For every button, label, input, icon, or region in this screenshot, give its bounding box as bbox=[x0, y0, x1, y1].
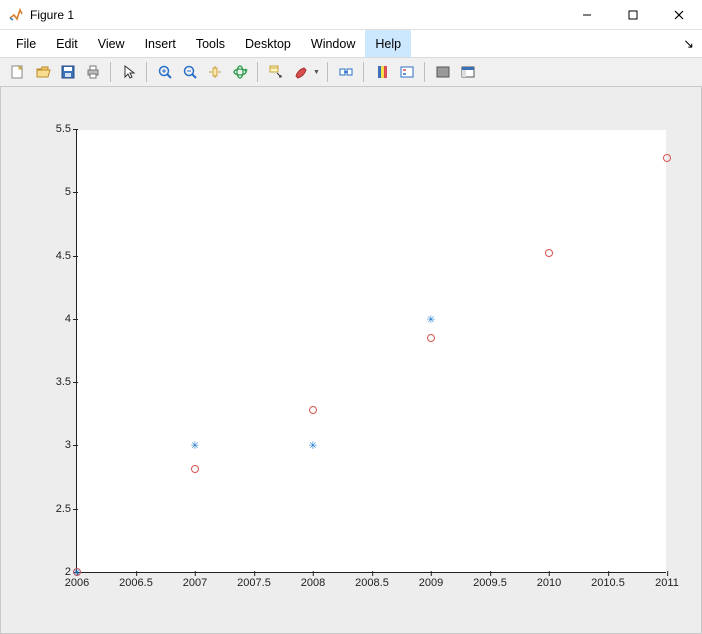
ytick: 4.5 bbox=[56, 250, 77, 262]
ytick: 5 bbox=[65, 186, 77, 198]
link-icon[interactable] bbox=[334, 61, 357, 83]
figure-area: 22.533.544.555.520062006.520072007.52008… bbox=[0, 87, 702, 634]
matlab-icon bbox=[8, 7, 24, 23]
toolbar: ▼ bbox=[0, 57, 702, 87]
menu-tools[interactable]: Tools bbox=[186, 30, 235, 57]
xtick: 2011 bbox=[655, 572, 679, 589]
xtick: 2009.5 bbox=[473, 572, 507, 589]
ytick: 3.5 bbox=[56, 376, 77, 388]
menu-view[interactable]: View bbox=[88, 30, 135, 57]
menu-insert[interactable]: Insert bbox=[135, 30, 186, 57]
point-series-circle bbox=[427, 334, 435, 342]
menu-file[interactable]: File bbox=[6, 30, 46, 57]
ytick: 3 bbox=[65, 439, 77, 451]
ytick: 4 bbox=[65, 313, 77, 325]
point-series-circle bbox=[309, 406, 317, 414]
brush-icon[interactable] bbox=[289, 61, 312, 83]
titlebar: Figure 1 bbox=[0, 0, 702, 30]
show-tools-icon[interactable] bbox=[456, 61, 479, 83]
hide-tools-icon[interactable] bbox=[431, 61, 454, 83]
xtick: 2010.5 bbox=[591, 572, 625, 589]
pointer-icon[interactable] bbox=[117, 61, 140, 83]
legend-icon[interactable] bbox=[395, 61, 418, 83]
colorbar-icon[interactable] bbox=[370, 61, 393, 83]
minimize-button[interactable] bbox=[564, 0, 610, 30]
xtick: 2009 bbox=[419, 572, 443, 589]
xtick: 2010 bbox=[537, 572, 561, 589]
zoom-in-icon[interactable] bbox=[153, 61, 176, 83]
dock-icon[interactable]: ↘ bbox=[683, 36, 694, 52]
ytick: 2.5 bbox=[56, 503, 77, 515]
point-series-star: ✳ bbox=[73, 568, 81, 576]
save-icon[interactable] bbox=[56, 61, 79, 83]
close-button[interactable] bbox=[656, 0, 702, 30]
open-icon[interactable] bbox=[31, 61, 54, 83]
ytick: 5.5 bbox=[56, 123, 77, 135]
point-series-circle bbox=[545, 249, 553, 257]
point-series-circle bbox=[191, 465, 199, 473]
xtick: 2008.5 bbox=[355, 572, 389, 589]
point-series-circle bbox=[663, 154, 671, 162]
menubar: FileEditViewInsertToolsDesktopWindowHelp… bbox=[0, 30, 702, 57]
new-figure-icon[interactable] bbox=[6, 61, 29, 83]
brush-icon-dropdown[interactable]: ▼ bbox=[312, 69, 321, 76]
menu-help[interactable]: Help bbox=[365, 30, 411, 57]
data-cursor-icon[interactable] bbox=[264, 61, 287, 83]
xtick: 2007 bbox=[183, 572, 207, 589]
xtick: 2008 bbox=[301, 572, 325, 589]
window-title: Figure 1 bbox=[30, 8, 74, 22]
axes[interactable]: 22.533.544.555.520062006.520072007.52008… bbox=[76, 130, 666, 573]
maximize-button[interactable] bbox=[610, 0, 656, 30]
point-series-star: ✳ bbox=[191, 441, 199, 449]
menu-desktop[interactable]: Desktop bbox=[235, 30, 301, 57]
xtick: 2006.5 bbox=[119, 572, 153, 589]
xtick: 2007.5 bbox=[237, 572, 271, 589]
menu-window[interactable]: Window bbox=[301, 30, 365, 57]
zoom-out-icon[interactable] bbox=[178, 61, 201, 83]
pan-icon[interactable] bbox=[203, 61, 226, 83]
point-series-star: ✳ bbox=[427, 315, 435, 323]
menu-edit[interactable]: Edit bbox=[46, 30, 88, 57]
print-icon[interactable] bbox=[81, 61, 104, 83]
point-series-star: ✳ bbox=[309, 441, 317, 449]
rotate3d-icon[interactable] bbox=[228, 61, 251, 83]
